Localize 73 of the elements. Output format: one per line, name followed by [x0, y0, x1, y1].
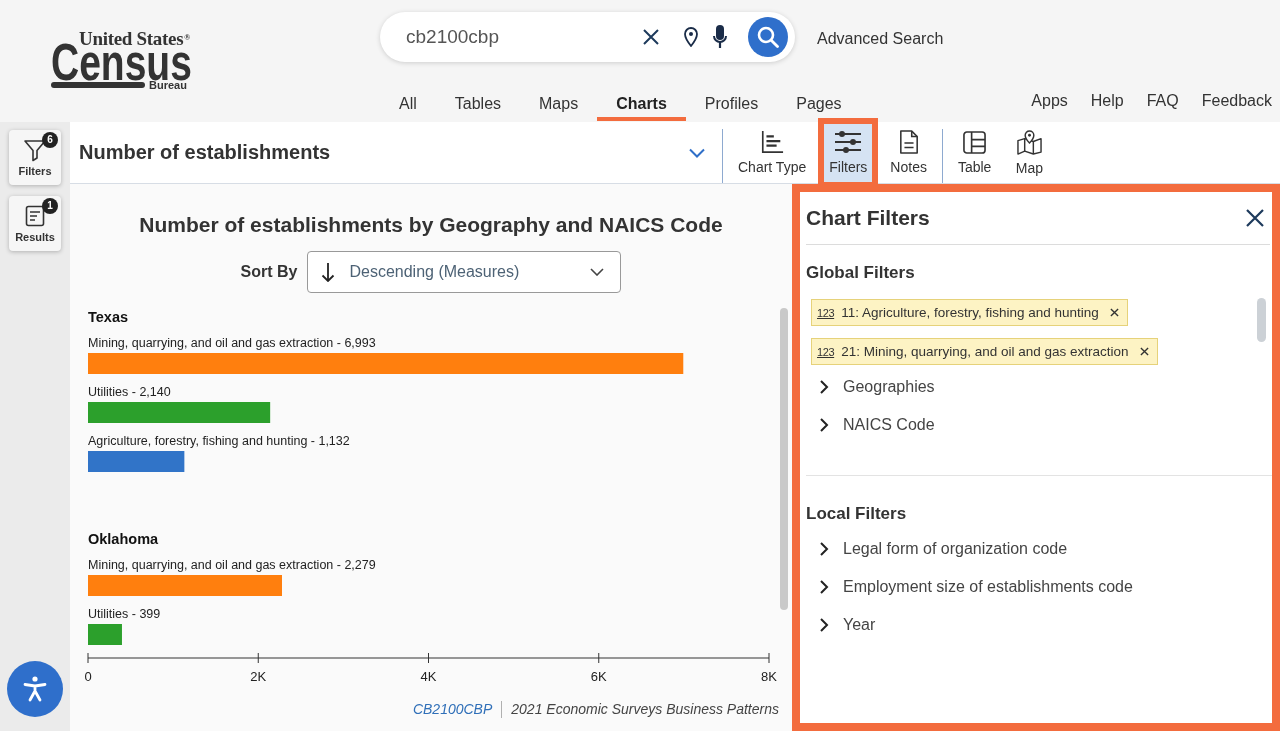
utility-link[interactable]: FAQ — [1146, 91, 1179, 111]
count-badge: 1 — [42, 198, 58, 214]
filter-group-item[interactable]: NAICS Code — [811, 406, 935, 444]
remove-icon[interactable] — [1139, 347, 1149, 356]
search-icon — [757, 26, 779, 48]
utility-link[interactable]: Feedback — [1201, 91, 1272, 111]
accessibility-button[interactable] — [7, 661, 63, 717]
bar-label: Mining, quarrying, and oil and gas extraction - 2,279 — [88, 558, 376, 572]
axis-tick-label: 8K — [761, 668, 777, 684]
filter-group-item[interactable]: Employment size of establishments code — [811, 568, 1133, 606]
toolbar-button[interactable]: Filters — [824, 123, 873, 182]
clear-icon[interactable] — [643, 29, 659, 45]
filter-group-item[interactable]: Legal form of organization code — [811, 530, 1068, 568]
nav-tab[interactable]: Profiles — [685, 81, 778, 121]
bar-label: Mining, quarrying, and oil and gas extraction - 6,993 — [88, 336, 376, 350]
document-list-icon — [23, 204, 47, 228]
nav-tab[interactable]: Maps — [520, 81, 598, 121]
search-field[interactable]: cb2100cbp — [380, 12, 795, 62]
toolbar-button[interactable]: Table — [952, 123, 997, 182]
chevron-down-icon — [689, 147, 705, 158]
chevron-down-icon — [590, 268, 605, 276]
section-title: Local Filters — [806, 504, 907, 524]
sliders-icon — [834, 130, 863, 154]
category-label: Texas — [88, 309, 129, 325]
filter-chip[interactable]: 123 21: Mining, quarrying, and oil and gas extraction — [811, 338, 1158, 365]
chip-label: 11: Agriculture, forestry, fishing and hunting — [841, 305, 1099, 320]
toolbar-button[interactable]: Map — [1009, 123, 1050, 182]
numeric-type-indicator: 123 — [817, 306, 835, 319]
nav-tab[interactable]: All — [380, 81, 436, 121]
axis-tick-label: 0 — [84, 668, 92, 684]
panel-title: Chart Filters — [806, 206, 930, 230]
bar-chart-icon — [760, 130, 785, 154]
arrow-down-icon — [321, 262, 336, 282]
location-pin-icon[interactable] — [684, 27, 698, 47]
axis-tick-label: 2K — [250, 668, 267, 684]
search-button[interactable] — [748, 17, 788, 57]
chart-title: Number of establishments by Geography and NAICS Code — [138, 213, 724, 237]
numeric-type-indicator: 123 — [817, 345, 835, 358]
microphone-icon[interactable] — [713, 25, 727, 49]
table-icon — [963, 130, 987, 154]
bar-label: Agriculture, forestry, fishing and hunting - 1,132 — [88, 434, 350, 448]
scrollbar-thumb[interactable] — [780, 308, 788, 610]
utility-link[interactable]: Help — [1090, 91, 1124, 111]
source-code-link[interactable]: CB2100CBP — [412, 700, 493, 718]
count-badge: 6 — [42, 132, 58, 148]
nav-tab[interactable]: Pages — [777, 81, 861, 121]
bar-label: Utilities - 2,140 — [88, 385, 171, 399]
accessibility-icon — [23, 676, 47, 702]
filter-chip[interactable]: 123 11: Agriculture, forestry, fishing and hunting — [811, 299, 1128, 326]
category-label: Oklahoma — [88, 531, 159, 547]
map-icon — [1016, 129, 1042, 155]
advanced-search-link[interactable]: Advanced Search — [817, 30, 944, 48]
axis-tick-label: 4K — [420, 668, 437, 684]
utility-link[interactable]: Apps — [1031, 91, 1068, 111]
scrollbar-thumb[interactable] — [1257, 298, 1266, 342]
sort-label: Sort By — [240, 263, 298, 281]
filter-group-item[interactable]: Geographies — [811, 368, 935, 406]
measure-dropdown[interactable]: Number of establishments — [70, 122, 722, 183]
bar-label: Utilities - 399 — [88, 607, 161, 621]
section-title: Global Filters — [806, 263, 915, 283]
chip-label: 21: Mining, quarrying, and oil and gas extraction — [841, 344, 1129, 359]
source-name: 2021 Economic Surveys Business Patterns — [511, 700, 779, 718]
document-icon — [898, 130, 919, 154]
filter-group-item[interactable]: Year — [811, 606, 876, 644]
toolbar-button[interactable]: Chart Type — [733, 123, 812, 182]
remove-icon[interactable] — [1109, 308, 1119, 317]
rail-button[interactable]: Filters 6 — [9, 130, 61, 185]
toolbar-button[interactable]: Notes — [885, 123, 932, 182]
close-icon[interactable] — [1245, 208, 1265, 228]
nav-tab[interactable]: Tables — [435, 81, 521, 121]
rail-button[interactable]: Results 1 — [9, 196, 61, 251]
axis-tick-label: 6K — [590, 668, 607, 684]
sort-dropdown[interactable]: Descending (Measures) — [307, 251, 622, 293]
